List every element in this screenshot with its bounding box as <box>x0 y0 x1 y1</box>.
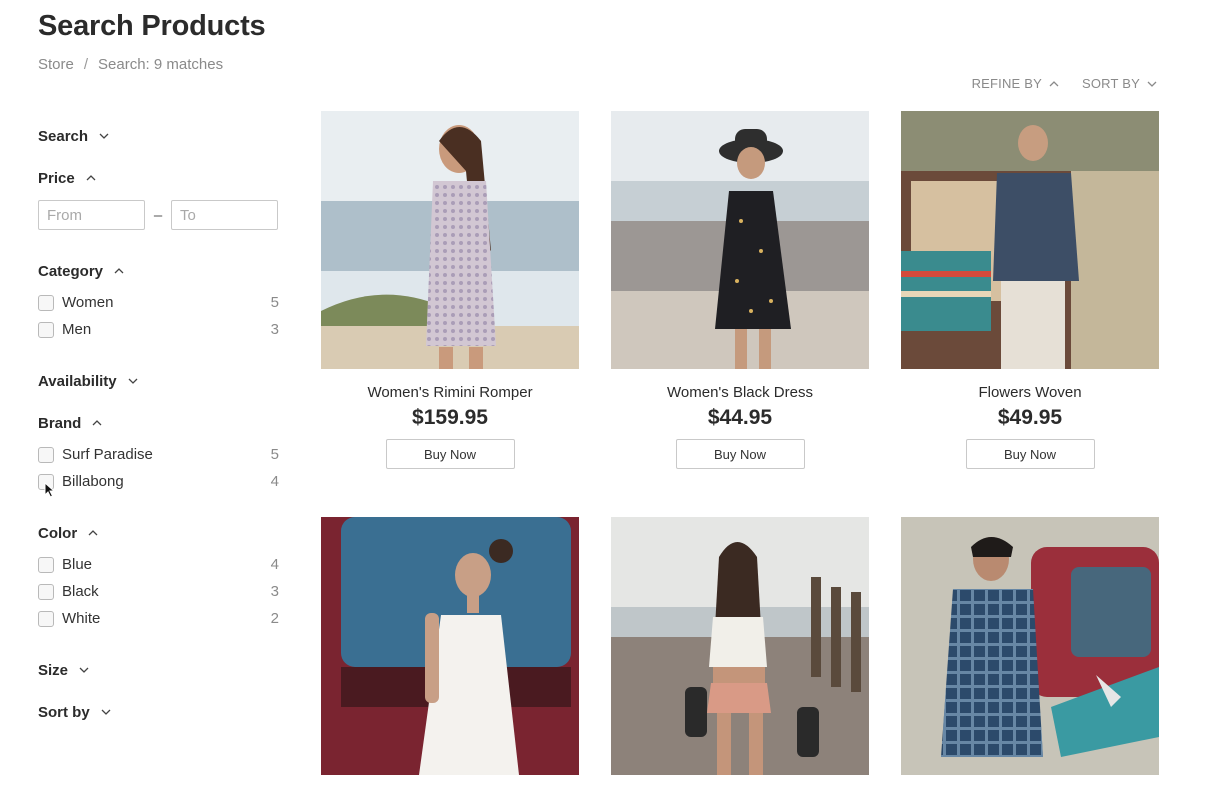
filter-category-header[interactable]: Category <box>38 261 279 281</box>
chevron-up-icon <box>85 172 97 184</box>
option-count: 3 <box>270 321 279 338</box>
filter-sort-by-label: Sort by <box>38 703 90 721</box>
checkbox[interactable] <box>38 556 54 573</box>
product-price: $44.95 <box>707 406 773 429</box>
filter-price-header[interactable]: Price <box>38 168 279 188</box>
option-label: Men <box>62 321 92 338</box>
filter-category-label: Category <box>38 262 104 280</box>
checkbox[interactable] <box>38 610 54 627</box>
color-options: Blue 4 Black 3 White 2 <box>38 551 279 632</box>
price-from-input[interactable] <box>38 200 145 230</box>
chevron-down-icon <box>127 375 139 387</box>
chevron-up-icon <box>113 265 125 277</box>
product-card <box>611 517 869 790</box>
brand-options: Surf Paradise 5 Billabong 4 <box>38 441 279 498</box>
chevron-down-icon <box>100 706 112 718</box>
checkbox[interactable] <box>38 473 54 490</box>
option-label: Black <box>62 583 99 600</box>
product-price: $159.95 <box>412 406 488 429</box>
checkbox[interactable] <box>38 446 54 463</box>
price-range: – <box>38 200 279 230</box>
filter-color-label: Color <box>38 524 78 542</box>
filter-search-label: Search <box>38 127 89 145</box>
chevron-up-icon <box>87 527 99 539</box>
refine-by-label: REFINE BY <box>971 76 1042 91</box>
breadcrumb-separator: / <box>83 56 89 73</box>
product-image[interactable] <box>321 111 579 369</box>
buy-now-button[interactable]: Buy Now <box>965 439 1095 469</box>
option-count: 3 <box>270 583 279 600</box>
checkbox[interactable] <box>38 321 54 338</box>
filter-price-label: Price <box>38 169 75 187</box>
filter-brand-header[interactable]: Brand <box>38 413 279 433</box>
price-range-dash: – <box>153 206 163 224</box>
brand-option-billabong[interactable]: Billabong 4 <box>38 468 279 498</box>
checkbox[interactable] <box>38 583 54 600</box>
sort-by-label: SORT BY <box>1082 76 1140 91</box>
option-count: 5 <box>270 446 279 463</box>
category-option-women[interactable]: Women 5 <box>38 289 279 316</box>
product-image[interactable] <box>611 111 869 369</box>
breadcrumb-store-link[interactable]: Store <box>38 56 74 73</box>
buy-now-button[interactable]: Buy Now <box>385 439 515 469</box>
product-card <box>321 517 579 790</box>
product-name[interactable]: Flowers Woven <box>978 384 1081 401</box>
option-label: Billabong <box>62 473 124 490</box>
brand-option-surf-paradise[interactable]: Surf Paradise 5 <box>38 441 279 468</box>
option-count: 4 <box>270 473 279 490</box>
product-price: $49.95 <box>997 406 1063 429</box>
option-count: 5 <box>270 294 279 311</box>
chevron-down-icon <box>1146 78 1158 90</box>
category-options: Women 5 Men 3 <box>38 289 279 343</box>
filter-size-header[interactable]: Size <box>38 660 279 680</box>
product-image[interactable] <box>901 111 1159 369</box>
option-count: 4 <box>270 556 279 573</box>
product-card: Flowers Woven $49.95 Buy Now <box>901 111 1159 469</box>
product-card: Women's Black Dress $44.95 Buy Now <box>611 111 869 469</box>
color-option-white[interactable]: White 2 <box>38 605 279 632</box>
breadcrumb: Store / Search: 9 matches <box>38 56 223 73</box>
option-label: Blue <box>62 556 93 573</box>
product-grid: Women's Rimini Romper $159.95 Buy Now Wo… <box>321 111 1159 790</box>
product-card: Women's Rimini Romper $159.95 Buy Now <box>321 111 579 469</box>
chevron-down-icon <box>98 130 110 142</box>
product-image[interactable] <box>901 517 1159 775</box>
color-option-blue[interactable]: Blue 4 <box>38 551 279 578</box>
filter-color-header[interactable]: Color <box>38 523 279 543</box>
filter-availability-header[interactable]: Availability <box>38 371 279 391</box>
price-to-input[interactable] <box>171 200 278 230</box>
top-controls: REFINE BY SORT BY <box>972 76 1158 91</box>
filter-sidebar: Search Price – Category Women 5 Men 3 Av… <box>38 126 279 722</box>
page-title: Search Products <box>38 10 266 42</box>
color-option-black[interactable]: Black 3 <box>38 578 279 605</box>
option-label: Surf Paradise <box>62 446 153 463</box>
sort-by-toggle[interactable]: SORT BY <box>1082 76 1158 91</box>
filter-availability-label: Availability <box>38 372 117 390</box>
filter-sort-by-header[interactable]: Sort by <box>38 702 279 722</box>
chevron-up-icon <box>1048 78 1060 90</box>
filter-search-header[interactable]: Search <box>38 126 279 146</box>
refine-by-toggle[interactable]: REFINE BY <box>972 76 1060 91</box>
breadcrumb-current: Search: 9 matches <box>98 56 224 73</box>
chevron-down-icon <box>78 664 90 676</box>
filter-size-label: Size <box>38 661 69 679</box>
option-count: 2 <box>270 610 279 627</box>
buy-now-button[interactable]: Buy Now <box>675 439 805 469</box>
checkbox[interactable] <box>38 294 54 311</box>
option-label: White <box>62 610 101 627</box>
product-image[interactable] <box>321 517 579 775</box>
product-image[interactable] <box>611 517 869 775</box>
product-name[interactable]: Women's Black Dress <box>667 384 813 401</box>
option-label: Women <box>62 294 114 311</box>
product-name[interactable]: Women's Rimini Romper <box>367 384 532 401</box>
category-option-men[interactable]: Men 3 <box>38 316 279 343</box>
filter-brand-label: Brand <box>38 414 82 432</box>
product-card <box>901 517 1159 790</box>
chevron-up-icon <box>91 417 103 429</box>
